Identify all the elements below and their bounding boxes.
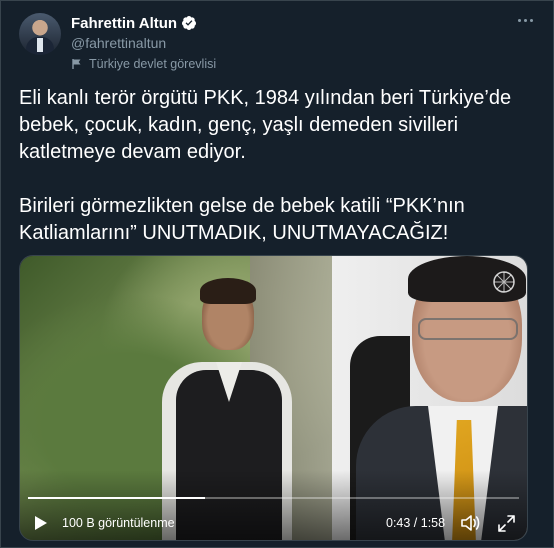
tweet-header: Fahrettin Altun @fahrettinaltun Türkiye … — [71, 13, 533, 72]
account-label: Türkiye devlet görevlisi — [71, 57, 533, 71]
avatar-shirt — [37, 38, 43, 52]
verified-badge-icon — [182, 16, 197, 30]
name-row: Fahrettin Altun — [71, 13, 533, 33]
video-views: 100 B görüntülenme — [62, 516, 175, 530]
play-icon[interactable] — [34, 515, 48, 531]
video-controls: 100 B görüntülenme 0:43 / 1:58 — [20, 512, 527, 534]
video-person-2-glasses — [418, 318, 518, 340]
fullscreen-icon[interactable] — [498, 515, 515, 532]
tweet-paragraph-1: Eli kanlı terör örgütü PKK, 1984 yılında… — [19, 87, 512, 163]
tweet-paragraph-2: Birileri görmezlikten gelse de bebek kat… — [19, 195, 465, 244]
video-time: 0:43 / 1:58 — [386, 516, 446, 530]
volume-icon[interactable] — [460, 514, 480, 532]
video-progress-fill — [28, 497, 205, 499]
more-options-icon[interactable] — [515, 13, 535, 27]
tweet-card: Fahrettin Altun @fahrettinaltun Türkiye … — [0, 0, 554, 548]
tweet-text: Eli kanlı terör örgütü PKK, 1984 yılında… — [19, 85, 541, 247]
author-name[interactable]: Fahrettin Altun — [71, 15, 177, 32]
video-person-1-hair — [200, 278, 256, 304]
author-handle[interactable]: @fahrettinaltun — [71, 35, 533, 53]
video-progress-bar[interactable] — [28, 497, 519, 499]
watermark-logo-icon — [493, 271, 515, 293]
avatar[interactable] — [19, 13, 61, 55]
video-player[interactable]: 100 B görüntülenme 0:43 / 1:58 — [19, 255, 528, 541]
account-label-text: Türkiye devlet görevlisi — [89, 57, 217, 71]
flag-icon — [72, 59, 81, 69]
